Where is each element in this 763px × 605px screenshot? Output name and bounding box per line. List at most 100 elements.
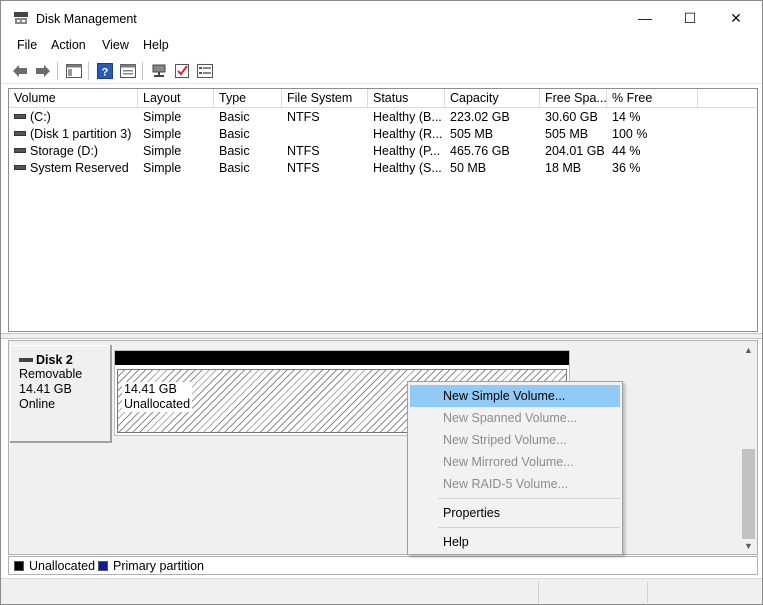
legend-swatch: [14, 561, 24, 571]
volume-list[interactable]: Volume Layout Type File System Status Ca…: [8, 88, 758, 332]
properties-icon: [120, 63, 136, 78]
scroll-down-arrow-icon[interactable]: ▼: [740, 537, 757, 554]
column-header-free-space[interactable]: Free Spa...: [540, 89, 607, 108]
volume-icon: [14, 114, 26, 120]
menu-bar: File Action View Help: [1, 36, 762, 56]
capacity-cell: 505 MB: [450, 127, 494, 141]
free-space-cell: 204.01 GB: [545, 144, 605, 158]
window-title: Disk Management: [36, 12, 137, 26]
minimize-button[interactable]: —: [622, 1, 668, 35]
column-header-file-system[interactable]: File System: [282, 89, 368, 108]
status-segment: [647, 582, 648, 602]
legend-primary-partition: Primary partition: [98, 559, 204, 573]
forward-button[interactable]: [34, 62, 52, 79]
context-menu: New Simple Volume... New Spanned Volume.…: [407, 381, 623, 555]
volume-cell: System Reserved: [14, 160, 136, 177]
help-icon: ?: [97, 62, 113, 79]
free-space-cell: 505 MB: [545, 127, 589, 141]
layout-cell: Simple: [143, 110, 182, 124]
volume-list-header: Volume Layout Type File System Status Ca…: [9, 89, 757, 108]
volume-icon: [14, 148, 26, 154]
close-button[interactable]: ✕: [713, 1, 759, 35]
show-hide-console-tree-button[interactable]: [65, 62, 83, 79]
minimize-icon: —: [638, 10, 652, 26]
menu-view[interactable]: View: [102, 38, 129, 52]
free-space-cell: 18 MB: [545, 161, 582, 175]
percent-free-cell: 36 %: [612, 161, 641, 175]
partition-header-bar: [115, 351, 569, 365]
maximize-button[interactable]: ☐: [667, 1, 713, 35]
pane-splitter[interactable]: [1, 333, 762, 339]
help-button[interactable]: ?: [96, 62, 114, 79]
back-arrow-icon: [13, 64, 27, 77]
menu-file[interactable]: File: [17, 38, 37, 52]
vertical-scrollbar[interactable]: ▲ ▼: [740, 341, 757, 554]
menu-item-new-raid5-volume: New RAID-5 Volume...: [443, 477, 569, 491]
volume-icon: [14, 131, 26, 137]
scroll-up-arrow-icon[interactable]: ▲: [740, 341, 757, 358]
disk-info-box[interactable]: Disk 2 Removable 14.41 GB Online: [10, 345, 112, 443]
status-segment: [538, 582, 539, 602]
scroll-thumb[interactable]: [742, 449, 755, 539]
capacity-cell: 465.76 GB: [450, 144, 510, 158]
volume-list-icon: [197, 63, 213, 78]
file-system-cell: NTFS: [287, 110, 320, 124]
status-cell: Healthy (R...: [373, 127, 443, 141]
toolbar-separator: [57, 62, 58, 80]
menu-item-new-striped-volume: New Striped Volume...: [443, 433, 567, 447]
menu-item-properties[interactable]: Properties: [410, 502, 620, 524]
capacity-cell: 50 MB: [450, 161, 487, 175]
legend-unallocated: Unallocated: [14, 559, 95, 573]
volume-cell: (C:): [14, 109, 136, 126]
properties-button[interactable]: [119, 62, 137, 79]
toolbar-separator: [88, 62, 89, 80]
menu-action[interactable]: Action: [51, 38, 86, 52]
menu-separator: [438, 527, 620, 528]
status-bar: [1, 578, 762, 604]
column-header-volume[interactable]: Volume: [9, 89, 138, 108]
close-icon: ✕: [730, 9, 742, 26]
svg-text:?: ?: [102, 66, 109, 78]
file-system-cell: [287, 126, 367, 143]
column-header-capacity[interactable]: Capacity: [445, 89, 540, 108]
column-header-status[interactable]: Status: [368, 89, 445, 108]
capacity-cell: 223.02 GB: [450, 110, 510, 124]
volume-cell: (Disk 1 partition 3): [14, 126, 136, 143]
table-row[interactable]: (C:) Simple Basic NTFS Healthy (B... 223…: [9, 109, 757, 126]
table-row[interactable]: System Reserved Simple Basic NTFS Health…: [9, 160, 757, 177]
layout-cell: Simple: [143, 161, 182, 175]
menu-item-new-spanned-volume: New Spanned Volume...: [443, 411, 578, 425]
legend-bar: Unallocated Primary partition: [8, 556, 758, 575]
free-space-cell: 30.60 GB: [545, 110, 598, 124]
table-row[interactable]: (Disk 1 partition 3) Simple Basic Health…: [9, 126, 757, 143]
back-button[interactable]: [11, 62, 29, 79]
legend-swatch: [98, 561, 108, 571]
rescan-button[interactable]: [173, 62, 191, 79]
file-system-cell: NTFS: [287, 144, 320, 158]
column-header-layout[interactable]: Layout: [138, 89, 214, 108]
check-icon: [175, 63, 189, 78]
disk-management-window: Disk Management — ☐ ✕ File Action View H…: [0, 0, 763, 605]
partition-label: 14.41 GB Unallocated: [122, 382, 193, 412]
column-header-percent-free[interactable]: % Free: [607, 89, 698, 108]
title-bar[interactable]: Disk Management — ☐ ✕: [1, 1, 762, 35]
menu-item-help[interactable]: Help: [410, 531, 620, 553]
volume-icon: [14, 165, 26, 171]
disk-management-app-icon: [14, 12, 28, 24]
volume-list-button[interactable]: [196, 62, 214, 79]
menu-help[interactable]: Help: [143, 38, 169, 52]
connect-button[interactable]: [150, 62, 168, 79]
layout-cell: Simple: [143, 127, 182, 141]
status-cell: Healthy (S...: [373, 161, 442, 175]
disk-name: Disk 2: [19, 353, 110, 367]
menu-item-new-simple-volume[interactable]: New Simple Volume...: [410, 385, 620, 407]
disk-icon: [19, 358, 33, 362]
menu-separator: [438, 498, 620, 499]
file-system-cell: NTFS: [287, 161, 320, 175]
column-header-type[interactable]: Type: [214, 89, 282, 108]
type-cell: Basic: [219, 110, 250, 124]
disk-graphical-view: Disk 2 Removable 14.41 GB Online 14.41 G…: [8, 340, 758, 555]
menu-item-new-mirrored-volume: New Mirrored Volume...: [443, 455, 574, 469]
table-row[interactable]: Storage (D:) Simple Basic NTFS Healthy (…: [9, 143, 757, 160]
toolbar-separator: [142, 62, 143, 80]
